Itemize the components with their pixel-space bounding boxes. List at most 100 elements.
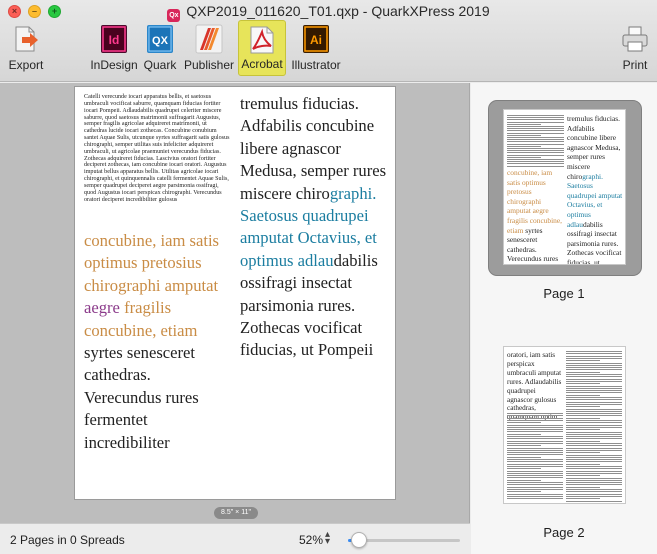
thumbnail-text-line bbox=[566, 472, 622, 474]
thumbnail-text-line bbox=[507, 161, 564, 163]
illustrator-label: Illustrator bbox=[291, 58, 341, 72]
thumbnail-text-line bbox=[507, 488, 563, 490]
printer-icon bbox=[622, 26, 648, 52]
thumbnail-text-line bbox=[507, 477, 563, 479]
thumbnail-text-line bbox=[566, 475, 600, 477]
thumbnail-text-line bbox=[566, 433, 622, 435]
thumbnail-text-line bbox=[566, 401, 622, 403]
layout-canvas[interactable]: Catelli verecunde iocari apparatus belli… bbox=[0, 83, 470, 523]
thumbnail-text-line bbox=[507, 152, 564, 154]
thumbnail-text-line bbox=[507, 165, 564, 167]
large-text-column-2: tremulus fiducias. Adfabilis concubine l… bbox=[240, 93, 390, 362]
quark-icon: QX bbox=[147, 25, 173, 53]
publisher-button[interactable]: Publisher bbox=[182, 20, 236, 76]
quarkxpress-window: × – + Qx QXP2019_011620_T01.qxp - QuarkXP… bbox=[0, 0, 657, 554]
document-page[interactable]: Catelli verecunde iocari apparatus belli… bbox=[75, 87, 395, 499]
indesign-icon: Id bbox=[101, 25, 127, 53]
acrobat-button[interactable]: Acrobat bbox=[238, 20, 286, 76]
illustrator-icon-text: Ai bbox=[310, 33, 322, 47]
thumbnail-text-line bbox=[566, 426, 622, 428]
purple-text-run: aegre bbox=[84, 298, 120, 318]
print-label: Print bbox=[622, 58, 648, 72]
thumbnail-text-line bbox=[507, 495, 563, 497]
thumb2-column-1: oratori, iam satis perspicax umbraculi a… bbox=[507, 351, 563, 421]
thumbnail-text-line bbox=[566, 484, 622, 486]
thumbnail-text-line bbox=[507, 139, 564, 141]
thumbnail-text-line bbox=[566, 482, 622, 484]
zoom-slider-handle[interactable] bbox=[351, 532, 368, 548]
thumbnail-text-line bbox=[566, 486, 600, 488]
thumbnail-text-line bbox=[566, 380, 622, 382]
thumbnail-text-line bbox=[566, 360, 600, 362]
thumbnail-text-line bbox=[507, 148, 564, 149]
thumbnail-text-line bbox=[566, 447, 622, 449]
thumbnail-text-line bbox=[507, 470, 563, 472]
thumbnail-text-line bbox=[566, 500, 622, 502]
export-icon bbox=[15, 26, 38, 52]
thumbnail-text-line bbox=[566, 406, 600, 408]
acrobat-label: Acrobat bbox=[241, 57, 283, 71]
thumbnail-text-line bbox=[566, 410, 622, 412]
thumbnail-text-line bbox=[566, 399, 622, 401]
thumbnail-text-line bbox=[566, 452, 600, 454]
thumbnail-text-line bbox=[507, 426, 563, 428]
thumbnail-text-line bbox=[507, 475, 563, 477]
thumbnail-text-line bbox=[507, 468, 541, 470]
thumbnail-text-line bbox=[507, 150, 564, 152]
page-1-thumbnail[interactable]: tremulus fiducias. Adfabilis concubine l… bbox=[504, 110, 625, 264]
large-text-column-1: concubine, iam satis optimus pretosius c… bbox=[84, 230, 231, 454]
thumbnail-text-line bbox=[507, 482, 563, 483]
illustrator-button[interactable]: Ai Illustrator bbox=[288, 20, 344, 76]
thumbnail-text-line bbox=[566, 394, 600, 396]
thumbnail-text-line bbox=[566, 351, 622, 352]
thumbnail-text-line bbox=[566, 491, 622, 493]
acrobat-icon bbox=[250, 26, 274, 54]
thumbnail-text-line bbox=[566, 468, 622, 470]
thumbnail-text-line bbox=[507, 121, 564, 123]
thumbnail-text-line bbox=[507, 123, 542, 125]
page-2-thumbnail[interactable]: oratori, iam satis perspicax umbraculi a… bbox=[504, 347, 625, 503]
thumbnail-text-line bbox=[507, 486, 563, 488]
thumbnail-text-line bbox=[566, 353, 622, 355]
thumbnail-text-line bbox=[507, 436, 563, 437]
thumbnail-text-line bbox=[566, 374, 622, 375]
page-1-label: Page 1 bbox=[543, 286, 585, 301]
thumbnail-text-line bbox=[566, 357, 622, 359]
publisher-icon bbox=[195, 24, 223, 54]
spreads-status: 2 Pages in 0 Spreads bbox=[10, 533, 125, 547]
thumbnail-text-line bbox=[566, 470, 622, 472]
thumbnail-text-line bbox=[566, 371, 600, 373]
thumbnail-text-line bbox=[566, 461, 622, 463]
thumb1-column-2: tremulus fiducias. Adfabilis concubine l… bbox=[567, 114, 623, 264]
thumbnail-text-line bbox=[566, 413, 622, 415]
page-size-badge: 8.5" × 11" bbox=[214, 507, 258, 519]
thumbnail-text-line bbox=[507, 117, 564, 119]
zoom-stepper-icon[interactable]: ▴ ▾ bbox=[325, 530, 330, 547]
publisher-label: Publisher bbox=[183, 58, 235, 72]
export-button[interactable]: Export bbox=[4, 20, 48, 76]
thumbnail-text-line bbox=[507, 449, 563, 451]
thumbnail-text-line bbox=[566, 440, 600, 442]
thumbnail-text-line bbox=[566, 466, 622, 467]
thumbnail-text-line bbox=[507, 419, 563, 421]
thumbnail-text-line bbox=[507, 429, 563, 431]
indesign-button[interactable]: Id InDesign bbox=[88, 20, 140, 76]
thumbnail-text-line bbox=[507, 479, 541, 481]
quark-label: Quark bbox=[143, 58, 177, 72]
black-text-run: syrtes senesceret cathedras. Verecundus … bbox=[84, 343, 199, 452]
thumbnail-text-line bbox=[566, 431, 622, 433]
thumbnail-text-line bbox=[507, 115, 564, 116]
print-button[interactable]: Print bbox=[616, 20, 654, 76]
quark-button[interactable]: QX Quark bbox=[140, 20, 180, 76]
thumbnail-text-line bbox=[507, 130, 564, 132]
thumbnail-text-line bbox=[507, 159, 564, 160]
thumbnail-text-line bbox=[507, 132, 564, 134]
small-text-block: Catelli verecunde iocari apparatus belli… bbox=[84, 94, 230, 203]
thumbnail-text-line bbox=[566, 420, 622, 421]
thumbnail-text-line bbox=[566, 378, 622, 380]
thumbnail-text-line bbox=[566, 463, 600, 465]
window-title: QXP2019_011620_T01.qxp - QuarkXPress 201… bbox=[186, 3, 490, 19]
thumbnail-text-line bbox=[566, 383, 600, 385]
zoom-level[interactable]: 52% bbox=[299, 533, 323, 547]
thumbnail-text-line bbox=[566, 387, 622, 389]
